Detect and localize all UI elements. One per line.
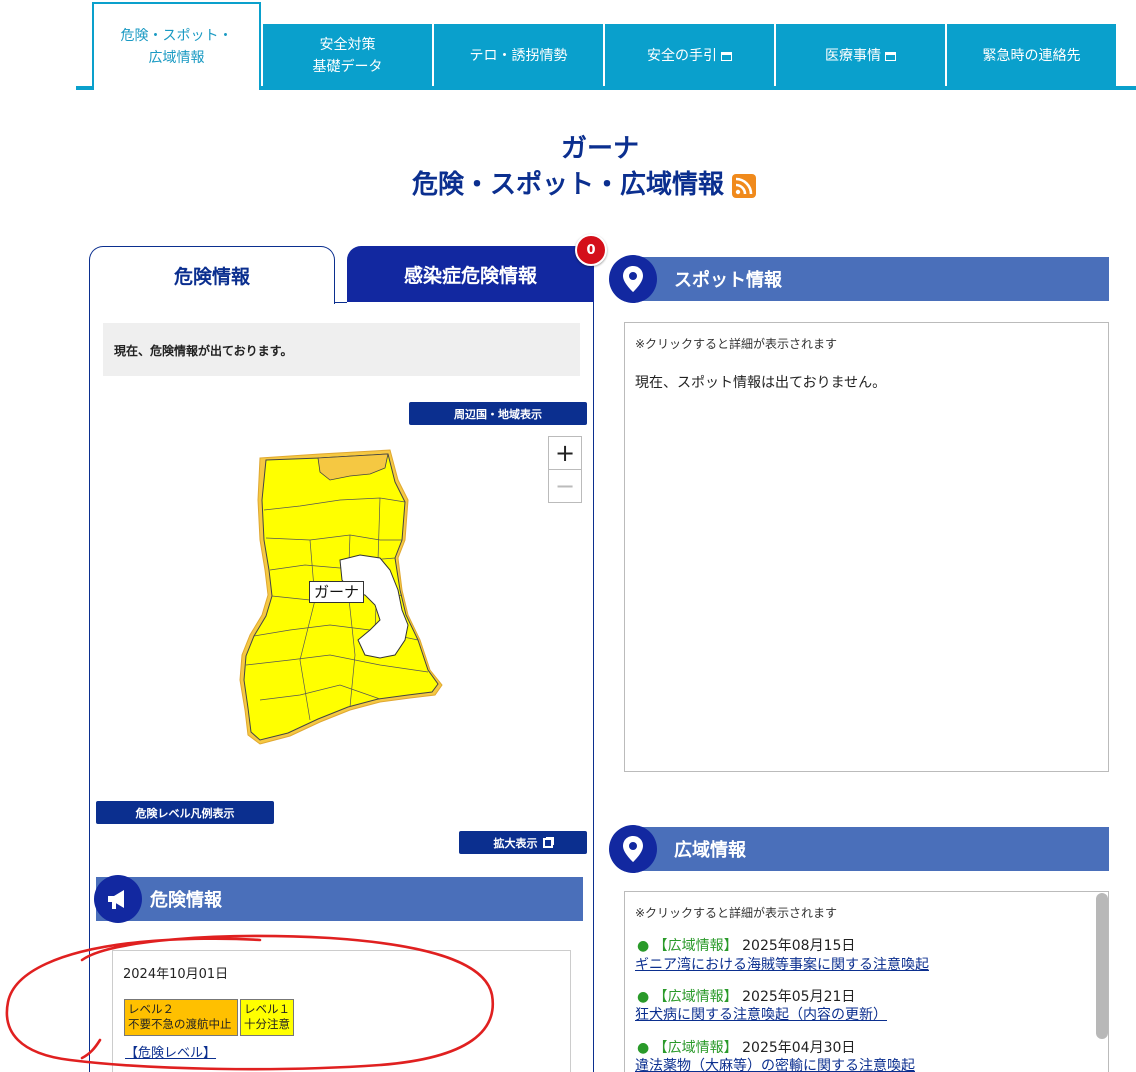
spot-hint: ※クリックすると詳細が表示されます (635, 337, 838, 351)
risk-level-link[interactable]: 【危険レベル】 (125, 1042, 216, 1061)
tab-label: テロ・誘拐情勢 (469, 48, 568, 64)
wide-info-scrollbar[interactable] (1096, 893, 1108, 1039)
wide-hint: ※クリックすると詳細が表示されます (635, 906, 838, 920)
tab-label: 医療事情 (825, 48, 881, 64)
section-title: 危険情報 (150, 890, 222, 911)
location-pin-icon (609, 825, 657, 873)
risk-level-2-badge: レベル２ 不要不急の渡航中止 (124, 999, 238, 1036)
new-window-icon (885, 51, 896, 61)
zoom-in-button[interactable]: + (548, 436, 582, 470)
tab-safety-basics[interactable]: 安全対策 基礎データ (263, 24, 432, 88)
page-subtitle: 危険・スポット・広域情報 (411, 170, 724, 200)
zoom-out-button[interactable]: − (548, 469, 582, 503)
item-category: 【広域情報】 (653, 1040, 738, 1056)
danger-notice: 現在、危険情報が出ております。 (103, 323, 580, 376)
new-window-icon (721, 51, 732, 61)
wide-info-header: 広域情報 (624, 827, 1109, 871)
enlarge-icon (542, 837, 553, 848)
spot-empty-message: 現在、スポット情報は出ておりません。 (635, 375, 887, 391)
wide-item-meta: ● 【広域情報】 2025年08月15日 (637, 935, 855, 955)
risk-level-1-badge: レベル１ 十分注意 (240, 999, 294, 1036)
button-label: 拡大表示 (493, 836, 538, 850)
section-title: スポット情報 (674, 270, 782, 291)
page-title: 危険・スポット・広域情報 (0, 164, 1136, 201)
tab-label: 危険情報 (173, 266, 250, 288)
tab-infection-info[interactable]: 感染症危険情報 (347, 246, 594, 302)
show-neighbors-button[interactable]: 周辺国・地域表示 (409, 402, 587, 425)
tab-label: 安全対策 基礎データ (312, 37, 383, 75)
show-legend-button[interactable]: 危険レベル凡例表示 (96, 801, 274, 824)
item-date: 2025年05月21日 (742, 989, 856, 1005)
bullet-icon: ● (637, 938, 650, 954)
tab-label: 危険・スポット・ 広域情報 (120, 28, 233, 66)
spot-info-header: スポット情報 (624, 257, 1109, 301)
wide-item-meta: ● 【広域情報】 2025年04月30日 (637, 1037, 855, 1057)
item-date: 2025年08月15日 (742, 938, 856, 954)
risk-date: 2024年10月01日 (123, 967, 229, 982)
tab-emergency-contacts[interactable]: 緊急時の連絡先 (947, 24, 1116, 88)
wide-item-link[interactable]: ギニア湾における海賊等事案に関する注意喚起 (635, 954, 929, 974)
item-category: 【広域情報】 (653, 938, 738, 954)
tab-label: 安全の手引 (647, 48, 717, 64)
section-title: 広域情報 (674, 840, 746, 861)
tab-danger-spot-wide[interactable]: 危険・スポット・ 広域情報 (92, 2, 261, 90)
tab-label: 緊急時の連絡先 (982, 48, 1081, 64)
infection-count-badge: 0 (575, 234, 607, 266)
wide-item-link[interactable]: 違法薬物（大麻等）の密輸に関する注意喚起 (635, 1055, 915, 1072)
page-title-country: ガーナ (560, 134, 639, 164)
rss-icon[interactable] (732, 173, 756, 198)
tab-danger-info[interactable]: 危険情報 (89, 246, 335, 304)
danger-info-header: 危険情報 (96, 877, 583, 921)
enlarge-map-button[interactable]: 拡大表示 (459, 831, 587, 854)
tab-label: 感染症危険情報 (403, 264, 537, 287)
wide-item-meta: ● 【広域情報】 2025年05月21日 (637, 986, 855, 1006)
item-date: 2025年04月30日 (742, 1040, 856, 1056)
tab-safety-guide[interactable]: 安全の手引 (605, 24, 774, 88)
wide-item-link[interactable]: 狂犬病に関する注意喚起（内容の更新） (635, 1004, 887, 1024)
tab-medical[interactable]: 医療事情 (776, 24, 945, 88)
tab-terror-kidnap[interactable]: テロ・誘拐情勢 (434, 24, 603, 88)
location-pin-icon (609, 255, 657, 303)
map-country-label: ガーナ (309, 581, 365, 603)
tab-divider (335, 302, 347, 303)
megaphone-icon (94, 875, 142, 923)
spot-info-box: ※クリックすると詳細が表示されます 現在、スポット情報は出ておりません。 (624, 322, 1109, 772)
item-category: 【広域情報】 (653, 989, 738, 1005)
bullet-icon: ● (637, 989, 650, 1005)
bullet-icon: ● (637, 1040, 650, 1056)
